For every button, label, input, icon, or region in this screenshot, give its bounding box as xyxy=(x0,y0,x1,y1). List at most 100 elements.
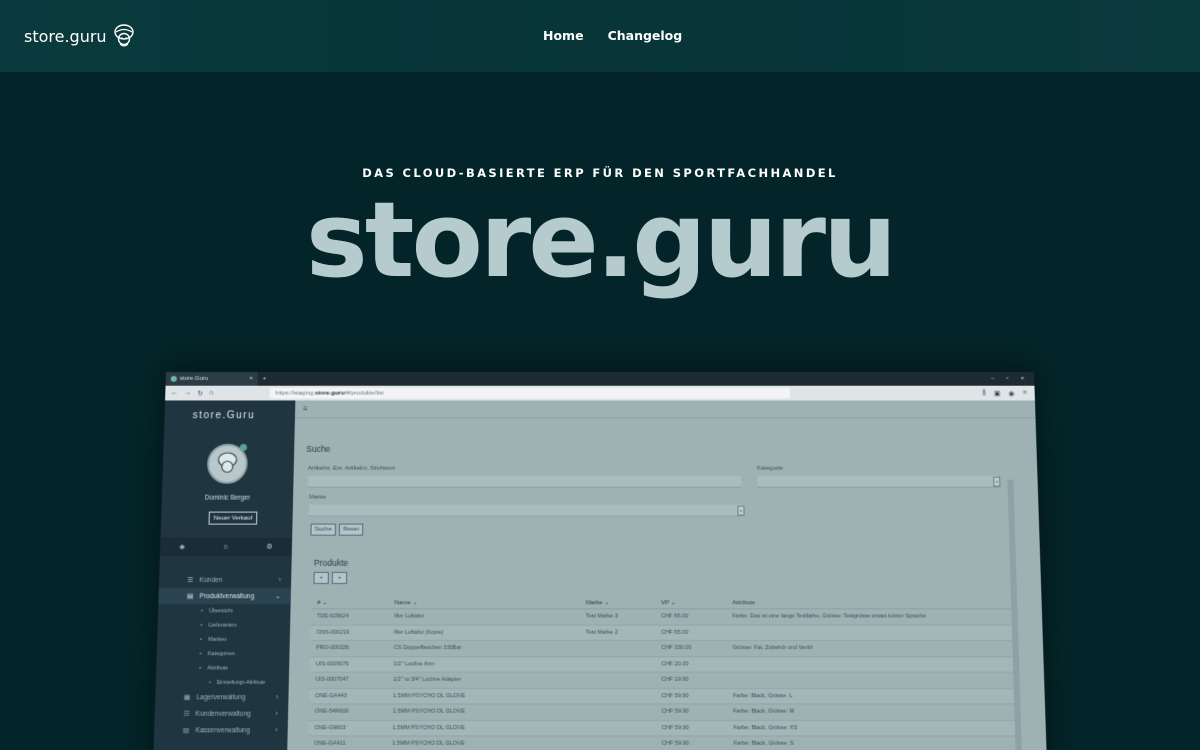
browser-window: store.Guru × + – ▫ × ← → ↻ ⌂ https://sta… xyxy=(152,372,1048,750)
account-icon: ◉ xyxy=(1008,390,1015,398)
table-row: ONS-000219 Ifler Luftabo (Kopie) Test Mark… xyxy=(310,625,1015,641)
category-select xyxy=(757,475,1000,488)
forward-icon: → xyxy=(184,389,192,397)
column-header-attributes: Attribute xyxy=(732,599,756,606)
add-product-button: + xyxy=(313,571,329,585)
table-row: TDE-929624 Ifler Luftabo Test Marke 3 CHF 6… xyxy=(310,609,1014,626)
browser-tabbar: store.Guru × + – ▫ × xyxy=(165,372,1035,386)
table-row: ONE-G9603 1.5MM PSYCHO DL GLOVE CHF 59.90 F… xyxy=(308,720,1018,737)
cash-icon: ▥ xyxy=(182,727,190,735)
sidebar-item-label: Kassenverwaltung xyxy=(195,726,251,734)
library-icon: ⫼ xyxy=(982,389,986,397)
users-icon: ☰ xyxy=(187,576,194,585)
app-content: store.Guru Dominic Berger Neuer Verkauf … xyxy=(152,400,1048,750)
favicon-icon xyxy=(170,375,177,382)
store-icon: ⌂ xyxy=(223,543,228,551)
sidebar-item-einstellungs-attribute: • Einstellungs-Attribute xyxy=(208,679,266,686)
settings-icon: ⚙ xyxy=(266,543,273,551)
column-header-name: Name ⌄ xyxy=(394,600,418,607)
search-button: Suche xyxy=(310,523,336,536)
people-icon: ☷ xyxy=(183,710,190,718)
search-section-title: Suche xyxy=(306,443,331,454)
sidebar-item-attribute: • Attribute xyxy=(199,665,229,672)
browser-extension-icons: ⫼ ▣ ◉ ≡ xyxy=(982,389,1034,397)
sidebar-item-label: Einstellungs-Attribute xyxy=(216,679,266,686)
chevron-right-icon: › xyxy=(275,693,279,701)
sidebar-item-label: Lieferanten xyxy=(208,622,237,629)
app-logo: store.Guru xyxy=(192,410,256,422)
sidebar-icon: ▣ xyxy=(993,390,1001,398)
reset-button: Reset xyxy=(338,523,364,536)
browser-tab: store.Guru × xyxy=(165,372,258,386)
guru-avatar-icon xyxy=(214,451,241,477)
brand-name: store.guru xyxy=(24,26,107,46)
maximize-icon: ▫ xyxy=(1006,375,1009,382)
sidebar-item-label: Kundenverwaltung xyxy=(195,710,251,718)
window-controls: – ▫ × xyxy=(991,376,1034,382)
url-path: /#/produkte/list xyxy=(344,390,384,397)
sidebar-item-label: Marken xyxy=(208,636,227,643)
table-header: # ⌄ Name ⌄ Marke ⌄ VP ⌄ Attribute xyxy=(310,597,1014,610)
sidebar-item-uebersicht: • Übersicht xyxy=(200,608,233,615)
sidebar-item-kunden: ☰ Kunden › xyxy=(159,572,292,588)
sidebar-item-kategorien: • Kategorien xyxy=(199,651,235,658)
chevron-down-icon: ⌄ xyxy=(737,505,745,516)
sidebar-item-produktverwaltung: ▤ Produktverwaltung ⌄ xyxy=(158,588,291,605)
sidebar-item-label: Übersicht xyxy=(208,608,233,615)
chevron-right-icon: › xyxy=(275,710,278,718)
hero-title: store.guru xyxy=(305,179,897,301)
reload-icon: ↻ xyxy=(197,390,204,398)
column-header-price: VP ⌄ xyxy=(661,600,676,607)
minimize-icon: – xyxy=(991,375,995,382)
app-main: ≡ Suche Artikelnr, Ext. Artikelnr, Stich… xyxy=(287,400,1048,750)
search-input xyxy=(307,475,742,488)
sidebar-item-marken: • Marken xyxy=(199,636,227,643)
back-icon: ← xyxy=(171,389,179,397)
chevron-down-icon: ⌄ xyxy=(993,476,1001,487)
column-header-id: # ⌄ xyxy=(317,600,328,607)
browser-tab-title: store.Guru xyxy=(179,375,209,382)
sidebar-item-label: Kunden xyxy=(199,576,223,584)
status-badge xyxy=(239,443,248,451)
url-host: store.guru xyxy=(314,390,345,397)
sidebar-item-lieferanten: • Lieferanten xyxy=(200,622,237,629)
browser-toolbar: ← → ↻ ⌂ https://staging. store.guru/#/pro… xyxy=(165,385,1035,401)
table-row: UIS-0009076 1/2" Locline Arm CHF 20.00 xyxy=(309,656,1016,673)
table-row: UIS-0007047 1/2" to 3/4" Locline Adapter C… xyxy=(309,672,1016,689)
user-name: Dominic Berger xyxy=(204,494,251,502)
table-row: ONE-54R600 1.5MM PSYCHO DL GLOVE CHF 59.90… xyxy=(308,704,1017,721)
brand-logo-link[interactable]: store.guru xyxy=(24,22,135,50)
add-variant-button: + xyxy=(331,571,348,585)
main-nav: Home Changelog xyxy=(543,28,682,43)
box-icon: ▤ xyxy=(186,593,194,601)
new-sale-button: Neuer Verkauf xyxy=(208,511,258,525)
nav-link-changelog[interactable]: Changelog xyxy=(608,28,683,43)
chevron-right-icon: › xyxy=(278,576,282,584)
chevron-down-icon: ⌄ xyxy=(274,593,281,601)
close-tab-icon: × xyxy=(249,375,253,382)
sidebar-quick-icons: ◈ ⌂ ⚙ xyxy=(159,537,293,556)
new-tab-icon: + xyxy=(262,375,267,382)
table-row: ONE-GA443 1.5MM PSYCHO DL GLOVE CHF 59.90 F… xyxy=(308,688,1017,705)
brand-field-label: Marke xyxy=(309,494,327,501)
table-row: ONE-GA411 1.5MM PSYCHO DL GLOVE CHF 59.90 F… xyxy=(307,736,1018,750)
search-field-label: Artikelnr, Ext. Artikelnr, Stichwort xyxy=(307,465,395,472)
sidebar-item-label: Produktverwaltung xyxy=(199,592,255,600)
sidebar-item-label: Kategorien xyxy=(207,651,235,658)
sidebar-item-label: Attribute xyxy=(207,665,229,672)
menu-icon: ≡ xyxy=(1022,389,1027,397)
products-section-title: Produkte xyxy=(313,557,349,568)
category-field-label: Kategorie xyxy=(757,465,784,472)
top-navigation: store.guru Home Changelog xyxy=(0,0,1200,72)
table-row: PRO-000326 CS Doppelflaschen 330Bar CHF 33… xyxy=(309,640,1015,657)
app-sidebar: store.Guru Dominic Berger Neuer Verkauf … xyxy=(152,400,296,750)
products-table: # ⌄ Name ⌄ Marke ⌄ VP ⌄ Attribute TDE-92… xyxy=(307,597,1018,750)
sidebar-item-kassenverwaltung: ▥ Kassenverwaltung › xyxy=(154,722,288,739)
url-field: https://staging. store.guru/#/produkte/li… xyxy=(269,387,791,399)
close-window-icon: × xyxy=(1020,375,1025,382)
guru-mascot-icon xyxy=(113,24,134,47)
url-prefix: https://staging. xyxy=(275,390,315,397)
nav-link-home[interactable]: Home xyxy=(543,28,584,43)
home-icon: ⌂ xyxy=(209,389,214,397)
warehouse-icon: ▦ xyxy=(183,694,191,702)
